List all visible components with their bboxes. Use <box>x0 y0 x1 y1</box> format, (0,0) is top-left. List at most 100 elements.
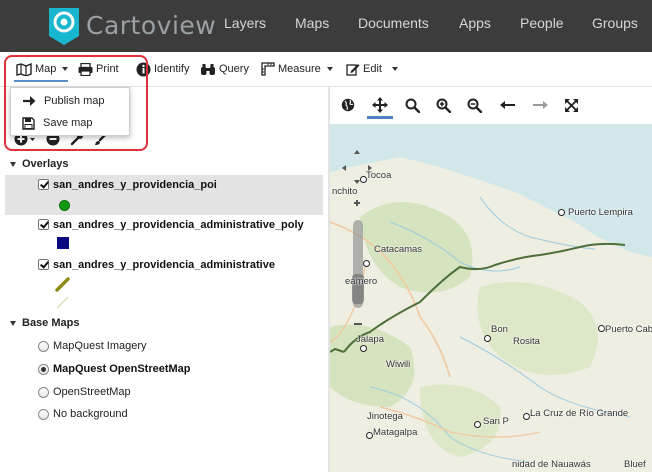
fullscreen-button[interactable] <box>561 95 581 115</box>
base-maps-title: Base Maps <box>22 317 80 329</box>
place-label: Bluef <box>624 459 646 470</box>
place-label: Rosita <box>513 336 540 347</box>
arrow-left-icon <box>500 101 515 109</box>
identify-button[interactable]: Identify <box>136 61 189 77</box>
layer-visibility-checkbox[interactable] <box>38 259 49 270</box>
arrow-right-icon <box>533 101 548 109</box>
base-map-radio[interactable] <box>38 364 49 375</box>
point-legend-symbol <box>59 200 70 211</box>
base-map-radio[interactable] <box>38 387 49 398</box>
place-marker <box>366 432 373 439</box>
place-marker <box>598 325 605 332</box>
place-marker <box>360 345 367 352</box>
polygon-legend-symbol <box>57 237 69 249</box>
layer-visibility-checkbox[interactable] <box>38 219 49 230</box>
publish-map-label: Publish map <box>44 95 105 107</box>
nav-people[interactable]: People <box>520 15 564 31</box>
top-navbar: Cartoview Layers Maps Documents Apps Peo… <box>0 0 652 52</box>
info-icon <box>136 62 151 76</box>
pan-button[interactable] <box>370 95 390 115</box>
base-map-label[interactable]: OpenStreetMap <box>53 386 131 398</box>
chevron-down-icon <box>62 67 69 71</box>
place-label: Puerto Lempira <box>568 207 633 218</box>
place-label: Jalapa <box>356 334 384 345</box>
nav-layers[interactable]: Layers <box>224 15 266 31</box>
ruler-icon <box>261 62 275 76</box>
nav-groups[interactable]: Groups <box>592 15 638 31</box>
map-icon <box>16 62 32 76</box>
place-marker <box>558 209 565 216</box>
layer-name[interactable]: san_andres_y_providencia_poi <box>53 179 217 191</box>
nav-apps[interactable]: Apps <box>459 15 491 31</box>
measure-label: Measure <box>278 63 321 75</box>
place-label: nidad de Nauawás <box>512 459 591 470</box>
edit-button[interactable]: Edit <box>346 61 398 77</box>
zoom-out-button[interactable] <box>464 95 484 115</box>
print-button[interactable]: Print <box>78 61 119 77</box>
query-button[interactable]: Query <box>200 61 249 77</box>
cartoview-logo-icon <box>46 5 82 45</box>
map-menu-button[interactable]: Map <box>16 61 69 77</box>
place-label: San P <box>483 416 509 427</box>
place-label: Bon <box>491 324 508 335</box>
collapse-triangle-icon <box>10 161 16 167</box>
place-marker <box>523 413 530 420</box>
place-label: Matagalpa <box>373 427 418 438</box>
zoom-in-icon <box>436 98 451 113</box>
place-label: Puerto Cabe <box>605 324 652 335</box>
pan-active-indicator <box>367 116 393 119</box>
line-legend-symbol <box>55 277 70 309</box>
layer-visibility-checkbox[interactable] <box>38 179 49 190</box>
base-map-radio[interactable] <box>38 341 49 352</box>
nav-documents[interactable]: Documents <box>358 15 429 31</box>
save-map-menu-item[interactable]: Save map <box>11 113 129 133</box>
chevron-down-icon <box>391 67 398 71</box>
map-menu-label: Map <box>35 63 57 75</box>
place-label: Catacamas <box>374 244 423 255</box>
query-label: Query <box>219 63 249 75</box>
pan-arrows-icon <box>372 97 388 113</box>
save-map-label: Save map <box>43 117 93 129</box>
edit-icon <box>346 64 360 76</box>
publish-map-menu-item[interactable]: Publish map <box>11 91 129 111</box>
base-map-label[interactable]: MapQuest Imagery <box>53 340 147 352</box>
place-marker <box>474 421 481 428</box>
place-label: Wiwili <box>386 359 411 370</box>
zoom-box-button[interactable] <box>402 95 422 115</box>
map-toolbar: Map Print Identify Query Measure Edit <box>0 52 652 87</box>
arrow-right-icon <box>23 96 36 106</box>
nav-maps[interactable]: Maps <box>295 15 329 31</box>
map-button-active-indicator <box>14 80 68 82</box>
place-label: Jinotega <box>367 411 403 422</box>
edit-label: Edit <box>363 63 382 75</box>
base-map-label[interactable]: MapQuest OpenStreetMap <box>53 363 191 375</box>
pan-zoom-control[interactable] <box>336 148 378 210</box>
collapse-triangle-icon <box>10 320 16 326</box>
minus-icon[interactable] <box>352 319 364 329</box>
brand-name: Cartoview <box>86 10 217 40</box>
next-extent-button[interactable] <box>530 95 550 115</box>
overlays-title: Overlays <box>22 158 69 170</box>
zoom-in-button[interactable] <box>433 95 453 115</box>
place-label: eamero <box>345 276 378 287</box>
cartoview-logo[interactable]: Cartoview <box>46 5 216 45</box>
map-dropdown-menu: Publish map Save map <box>10 87 130 136</box>
magnifier-icon <box>405 98 420 113</box>
previous-extent-button[interactable] <box>498 95 518 115</box>
place-label: La Cruz de Río Grande <box>530 408 629 419</box>
layer-name[interactable]: san_andres_y_providencia_administrative <box>53 259 275 271</box>
binoculars-icon <box>201 63 215 75</box>
base-map-label[interactable]: No background <box>53 408 128 420</box>
printer-icon <box>78 62 93 76</box>
zoom-to-max-extent-button[interactable] <box>338 95 358 115</box>
floppy-disk-icon <box>22 116 35 130</box>
layer-name[interactable]: san_andres_y_providencia_administrative_… <box>53 219 304 231</box>
expand-icon <box>564 98 578 112</box>
base-maps-section-toggle[interactable]: Base Maps <box>10 317 79 329</box>
measure-button[interactable]: Measure <box>261 61 333 77</box>
zoom-out-icon <box>467 98 482 113</box>
base-map-radio[interactable] <box>38 409 49 420</box>
overlays-section-toggle[interactable]: Overlays <box>10 158 68 170</box>
identify-label: Identify <box>154 63 190 75</box>
print-label: Print <box>96 63 119 75</box>
